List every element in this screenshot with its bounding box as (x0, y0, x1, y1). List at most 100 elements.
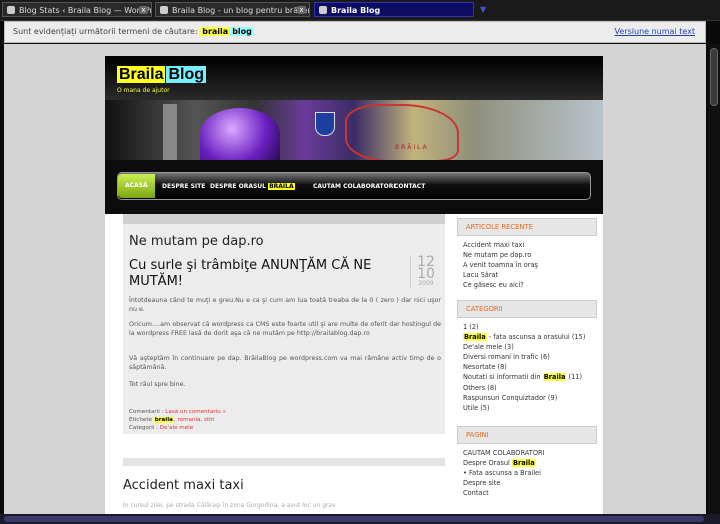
recent-post-link[interactable]: Lacu Sărat (463, 270, 538, 280)
hscroll-thumb[interactable] (4, 516, 704, 522)
recent-posts-list: Accident maxi taxi Ne mutam pe dap.ro A … (463, 240, 538, 290)
post-tags-meta: Etichete braila, romania, stiri (129, 416, 215, 424)
post-top-strip (123, 214, 445, 224)
tab-label: Blog Stats ‹ Braila Blog — WordPress (19, 6, 152, 15)
tag-links[interactable]: , romania, stiri (174, 417, 215, 423)
category-item[interactable]: Others (8) (463, 383, 585, 393)
category-text: (11) (566, 373, 583, 382)
main-nav: ACASĂ DESPRE SITE DESPRE ORASUL BRAILA C… (117, 172, 591, 200)
category-item[interactable]: De'ale mele (3) (463, 342, 585, 352)
tab-braila-blog-home[interactable]: Braila Blog - un blog pentru brăileni x (155, 2, 310, 17)
page-link[interactable]: Despre site (463, 478, 545, 488)
tab-bar: Blog Stats ‹ Braila Blog — WordPress x B… (0, 0, 720, 21)
city-crest-icon (315, 112, 335, 136)
recent-post-link[interactable]: Ne mutam pe dap.ro (463, 250, 538, 260)
recent-post-link[interactable]: A venit toamna în oraş (463, 260, 538, 270)
page-title[interactable]: Ne mutam pe dap.ro (129, 234, 264, 249)
post-card: Ne mutam pe dap.ro Cu surle şi trâmbiţe … (123, 214, 445, 434)
widget-title-pages: PAGINI (457, 426, 597, 444)
post-paragraph: Oricum….am observat că wordpress ca CMS … (129, 321, 441, 337)
banner-label: BRĂILA (395, 144, 429, 151)
scrollbar-thumb[interactable] (710, 48, 718, 106)
nav-item-home[interactable]: ACASĂ (118, 174, 155, 198)
close-icon[interactable]: x (139, 6, 148, 14)
page-link[interactable]: CAUTAM COLABORATORI (463, 448, 545, 458)
category-highlight: Braila (542, 373, 567, 382)
category-text: Raspunsuri Conquiztador (9) (463, 393, 558, 402)
logo-part-2: Blog (166, 66, 207, 83)
post-categories-meta: Categorii : De'ale mele (129, 424, 193, 432)
page-text: Contact (463, 489, 489, 498)
page-link[interactable]: Contact (463, 488, 545, 498)
nav-item-contact[interactable]: CONTACT (394, 181, 425, 193)
favicon-icon (160, 6, 168, 14)
category-link[interactable]: De'ale mele (160, 425, 193, 431)
text-only-version-link[interactable]: Versiune numai text (615, 22, 695, 42)
post-paragraph: Tot răul spre bine. (129, 381, 186, 388)
clock-tower-image (163, 104, 177, 160)
next-post-excerpt: În cursul zilei, pe strada Călăraşi în z… (123, 502, 336, 509)
page-highlight: Braila (511, 459, 536, 468)
category-text: Utile (5) (463, 403, 490, 412)
page-text: CAUTAM COLABORATORI (463, 449, 545, 457)
tag-link-braila[interactable]: braila (153, 417, 174, 423)
category-text: Others (8) (463, 383, 497, 392)
search-highlight-bar: Sunt evidențiați următorii termeni de că… (4, 21, 706, 43)
page-viewport: Braila Blog O mana de ajutor BRĂILA ACASĂ… (4, 44, 706, 514)
post-title[interactable]: Cu surle şi trâmbiţe ANUNŢĂM CĂ NE MUTĂM… (129, 258, 399, 290)
category-item[interactable]: Utile (5) (463, 403, 585, 413)
post-date: 12 10 2009 (410, 255, 441, 288)
recent-post-link[interactable]: Ce găsesc eu aici? (463, 280, 538, 290)
category-item[interactable]: Diversi romani in trafic (6) (463, 352, 585, 362)
tab-blog-stats[interactable]: Blog Stats ‹ Braila Blog — WordPress x (2, 2, 152, 17)
nav-item-about-site[interactable]: DESPRE SITE (162, 181, 205, 193)
post-comments-meta: Comentarii : Lasă un comentariu » (129, 408, 226, 416)
horizontal-scrollbar[interactable] (0, 514, 720, 524)
next-post-title[interactable]: Accident maxi taxi (123, 478, 244, 493)
site-logo[interactable]: Braila Blog (117, 66, 207, 84)
page-text: Despre site (463, 479, 501, 488)
blog-page: Braila Blog O mana de ajutor BRĂILA ACASĂ… (105, 56, 603, 514)
vertical-scrollbar[interactable] (708, 44, 720, 514)
leave-comment-link[interactable]: Lasă un comentariu » (165, 409, 226, 415)
search-term-2: blog (230, 27, 254, 36)
tab-list-arrow-icon[interactable]: ▼ (480, 5, 486, 14)
categories-list: 1 (2) Braila - fata ascunsa a orasului (… (463, 322, 585, 413)
widget-title-recent: ARTICOLE RECENTE (457, 218, 597, 236)
county-map-image (345, 104, 459, 160)
category-item[interactable]: 1 (2) (463, 322, 585, 332)
category-text: De'ale mele (3) (463, 343, 514, 352)
category-text: Noutati si informatii din (463, 373, 543, 382)
favicon-icon (7, 6, 15, 14)
search-highlight-text: Sunt evidențiați următorii termeni de că… (13, 27, 198, 36)
recent-post-link[interactable]: Accident maxi taxi (463, 240, 538, 250)
category-text: Diversi romani in trafic (6) (463, 353, 550, 362)
category-item[interactable]: Raspunsuri Conquiztador (9) (463, 393, 585, 403)
tab-label: Braila Blog - un blog pentru brăileni (172, 6, 310, 15)
theater-dome-image (200, 108, 280, 160)
category-item[interactable]: Braila - fata ascunsa a orasului (15) (463, 332, 585, 342)
pages-list: CAUTAM COLABORATORI Despre Orasul Braila… (463, 448, 545, 498)
category-item[interactable]: Noutati si informatii din Braila (11) (463, 372, 585, 382)
page-text: Despre Orasul (463, 459, 512, 468)
nav-item-about-city-label: DESPRE ORASUL (210, 183, 266, 190)
sidebar: ARTICOLE RECENTE Accident maxi taxi Ne m… (457, 214, 603, 514)
category-text: 1 (2) (463, 323, 479, 331)
nav-item-about-city[interactable]: DESPRE ORASUL BRAILA (210, 181, 295, 193)
main-content: Ne mutam pe dap.ro Cu surle şi trâmbiţe … (123, 214, 445, 514)
nav-wrapper: ACASĂ DESPRE SITE DESPRE ORASUL BRAILA C… (105, 160, 603, 214)
page-link[interactable]: • Fata ascunsa a Brailei (463, 468, 545, 478)
nav-item-collaborators[interactable]: CAUTAM COLABORATORI (313, 181, 396, 193)
site-tagline: O mana de ajutor (117, 87, 170, 94)
tags-label: Etichete (129, 417, 152, 423)
close-icon[interactable]: x (297, 6, 306, 14)
tab-braila-blog-active[interactable]: Braila Blog (314, 2, 474, 17)
page-link[interactable]: Despre Orasul Braila (463, 458, 545, 468)
logo-part-1: Braila (117, 66, 166, 83)
post-separator (123, 458, 445, 466)
search-term-1: braila (200, 27, 231, 36)
widget-title-categories: CATEGORII (457, 300, 597, 318)
category-highlight: Braila (463, 333, 487, 342)
comments-label: Comentarii : (129, 409, 164, 415)
category-item[interactable]: Nesortate (8) (463, 362, 585, 372)
